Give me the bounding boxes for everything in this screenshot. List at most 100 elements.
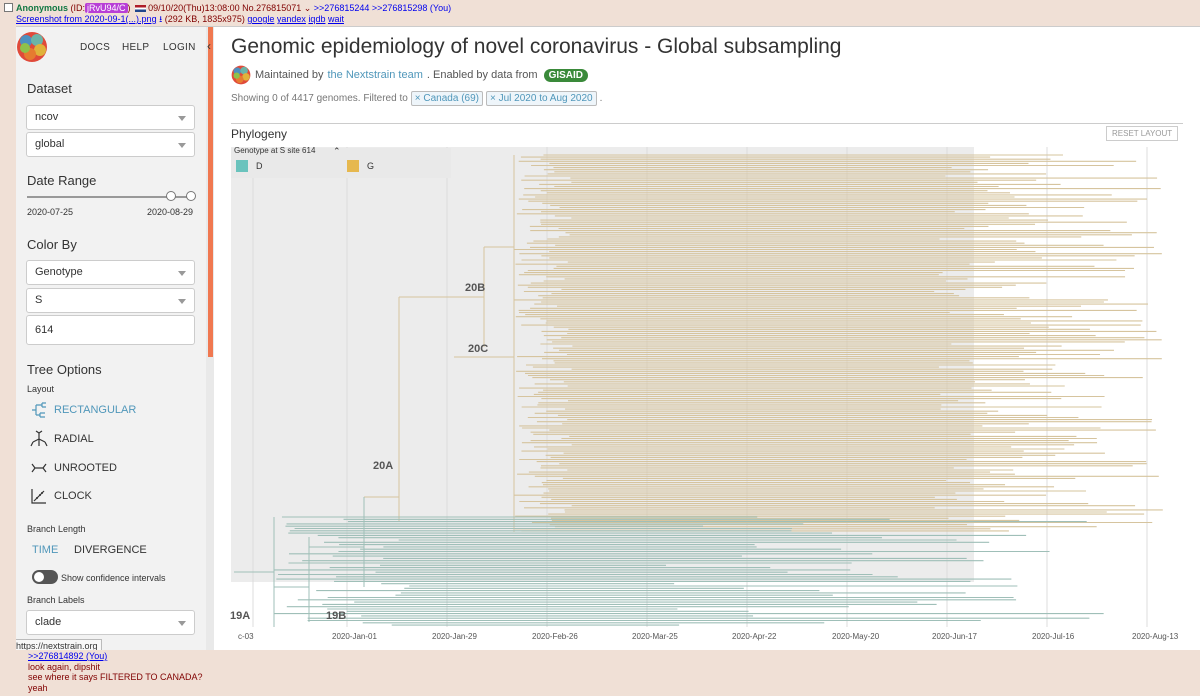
poster-id-prefix: (ID: (70, 3, 86, 13)
layout-clock-option[interactable]: CLOCK (30, 487, 92, 505)
legend-swatch-d (236, 160, 248, 172)
post-datetime: 09/10/20(Thu)13:08:00 (148, 3, 240, 13)
x-tick-label: 2020-Mar-25 (632, 632, 678, 641)
time-axis: c-03 2020-Jan-01 2020-Jan-29 2020-Feb-26 202… (238, 632, 1179, 641)
clade-label-20b: 20B (465, 282, 485, 294)
poster-id[interactable]: jRvU94/C (85, 3, 128, 13)
confidence-label: Show confidence intervals (61, 573, 166, 583)
post-header: Anonymous (ID: jRvU94/C) 09/10/20(Thu)13:… (4, 3, 451, 14)
dataset-select-1[interactable]: ncov (26, 105, 195, 130)
legend-collapse-icon[interactable]: ⌃ (333, 146, 341, 156)
nextstrain-logo-icon[interactable] (16, 31, 48, 63)
file-link[interactable]: Screenshot from 2020-09-1(...).png (16, 14, 157, 24)
collapse-sidebar-icon[interactable]: ‹ (207, 39, 211, 53)
phylogeny-tree[interactable]: Genotype at S site 614 ⌃ D G 20B 20C 20A… (214, 27, 1200, 650)
branch-length-divergence-option[interactable]: DIVERGENCE (74, 544, 147, 556)
color-by-title: Color By (27, 237, 77, 252)
rectangular-tree-icon (32, 402, 46, 418)
legend-label-d: D (256, 161, 263, 171)
layout-rectangular-label: RECTANGULAR (54, 404, 137, 416)
layout-label: Layout (27, 384, 55, 394)
x-tick-label: 2020-Jan-29 (432, 632, 477, 641)
google-link[interactable]: google (247, 14, 274, 24)
reply-quote-link[interactable]: >>276814892 (You) (28, 651, 203, 662)
color-by-select[interactable]: Genotype (26, 260, 195, 285)
post-checkbox[interactable] (4, 3, 13, 12)
iqdb-link[interactable]: iqdb (308, 14, 325, 24)
wait-link[interactable]: wait (328, 14, 344, 24)
layout-unrooted-label: UNROOTED (54, 462, 117, 474)
dataset-select-2[interactable]: global (26, 132, 195, 157)
reply-post: >>276814892 (You) look again, dipshit se… (28, 651, 203, 693)
layout-radial-option[interactable]: RADIAL (30, 430, 94, 448)
radial-tree-icon (30, 430, 48, 447)
sidebar-scrollbar-thumb[interactable] (208, 27, 213, 357)
poster-id-suffix: ) (127, 3, 131, 13)
site-input-value: 614 (35, 324, 54, 336)
color-by-value: Genotype (35, 266, 83, 278)
clade-label-19b: 19B (326, 610, 346, 622)
dataset-select-2-value: global (35, 138, 65, 150)
reply-line-3: yeah (28, 682, 48, 693)
login-link[interactable]: LOGIN (163, 42, 196, 53)
legend-title: Genotype at S site 614 (234, 146, 316, 155)
yandex-link[interactable]: yandex (277, 14, 306, 24)
reply-line-1: look again, dipshit (28, 661, 101, 672)
branch-length-time-option[interactable]: TIME (32, 544, 58, 556)
x-tick-label: 2020-May-20 (832, 632, 880, 641)
dataset-title: Dataset (27, 81, 72, 96)
file-info-line: Screenshot from 2020-09-1(...).png ⭳ (29… (16, 14, 344, 25)
chevron-down-icon (178, 143, 186, 148)
country-flag-icon (135, 5, 147, 12)
legend-label-g: G (367, 161, 374, 171)
branch-labels-value: clade (35, 616, 62, 628)
toggle-knob (34, 572, 44, 582)
poster-name: Anonymous (16, 3, 69, 13)
clock-layout-icon (31, 489, 46, 504)
docs-link[interactable]: DOCS (80, 42, 110, 53)
x-tick-label: 2020-Jan-01 (332, 632, 377, 641)
clade-label-20c: 20C (468, 343, 488, 355)
legend-swatch-g (347, 160, 359, 172)
layout-unrooted-option[interactable]: UNROOTED (30, 459, 117, 477)
date-slider-handle-end[interactable] (186, 191, 196, 201)
site-input[interactable]: 614 (26, 315, 195, 345)
chevron-down-icon (178, 271, 186, 276)
layout-radial-label: RADIAL (54, 433, 94, 445)
branch-labels-label: Branch Labels (27, 595, 85, 605)
main-panel: Genomic epidemiology of novel coronaviru… (214, 27, 1200, 650)
chevron-down-icon (178, 621, 186, 626)
clade-label-20a: 20A (373, 460, 393, 472)
reply-line-2: see where it says FILTERED TO CANADA? (28, 672, 203, 682)
x-tick-label: 2020-Jul-16 (1032, 632, 1075, 641)
branch-length-label: Branch Length (27, 524, 86, 534)
chevron-down-icon (178, 299, 186, 304)
status-url-tooltip: https://nextstrain.org (16, 639, 102, 650)
date-start-label: 2020-07-25 (27, 207, 74, 217)
help-link[interactable]: HELP (122, 42, 149, 53)
confidence-toggle[interactable] (32, 570, 58, 584)
x-tick-label: 2020-Apr-22 (732, 632, 777, 641)
tree-options-title: Tree Options (27, 362, 102, 377)
file-info: (292 KB, 1835x975) (164, 14, 245, 24)
x-tick-label: 2020-Aug-13 (1132, 632, 1179, 641)
unrooted-tree-icon (31, 463, 47, 473)
layout-clock-label: CLOCK (54, 490, 92, 502)
sidebar: DOCS HELP LOGIN Dataset ncov global Date… (16, 27, 206, 650)
branch-labels-select[interactable]: clade (26, 610, 195, 635)
download-icon[interactable]: ⭳ (159, 14, 162, 24)
date-slider-handle-start[interactable] (166, 191, 176, 201)
post-replies[interactable]: >>276815244 >>276815298 (You) (314, 3, 451, 13)
date-range-title: Date Range (27, 173, 97, 188)
x-tick-label: 2020-Jun-17 (932, 632, 977, 641)
x-tick-label: c-03 (238, 632, 254, 641)
x-tick-label: 2020-Feb-26 (532, 632, 578, 641)
layout-rectangular-option[interactable]: RECTANGULAR (30, 401, 136, 419)
date-end-label: 2020-08-29 (147, 207, 194, 217)
dataset-select-1-value: ncov (35, 111, 59, 123)
screenshot-image[interactable]: DOCS HELP LOGIN Dataset ncov global Date… (16, 26, 1200, 650)
gene-select[interactable]: S (26, 288, 195, 313)
post-number[interactable]: No.276815071 (242, 3, 301, 13)
post-menu-icon[interactable]: ⌄ (304, 3, 312, 13)
clade-label-19a: 19A (230, 610, 250, 622)
